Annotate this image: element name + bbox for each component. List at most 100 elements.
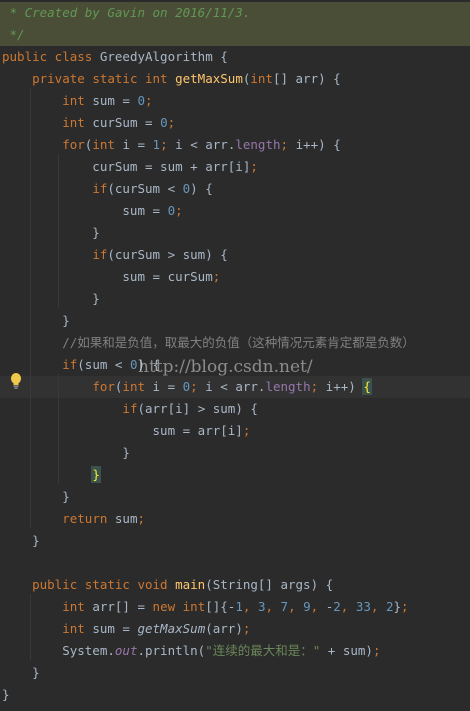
code-token: public static void bbox=[32, 577, 176, 592]
code-line[interactable]: sum = 0; bbox=[0, 200, 470, 222]
code-line[interactable]: curSum = sum + arr[i]; bbox=[0, 156, 470, 178]
code-line[interactable]: return sum; bbox=[0, 508, 470, 530]
code-line[interactable]: } bbox=[0, 486, 470, 508]
code-token: i = bbox=[152, 379, 183, 394]
code-token: i++) { bbox=[295, 137, 341, 152]
code-token: sum bbox=[114, 511, 138, 526]
code-line[interactable]: int sum = 0; bbox=[0, 90, 470, 112]
code-text: public static void main(String[] args) { bbox=[2, 574, 333, 596]
code-text: for(int i = 1; i < arr.length; i++) { bbox=[2, 134, 341, 156]
lightbulb-icon[interactable] bbox=[9, 372, 23, 390]
code-token: GreedyAlgorithm { bbox=[99, 49, 228, 64]
code-token: int bbox=[62, 621, 93, 636]
code-line[interactable]: } bbox=[0, 684, 470, 706]
code-text: } bbox=[2, 310, 70, 332]
code-token: , bbox=[310, 599, 326, 614]
code-line[interactable]: } bbox=[0, 464, 470, 486]
code-text: } bbox=[2, 464, 101, 486]
code-line[interactable]: } bbox=[0, 662, 470, 684]
code-token: } bbox=[2, 687, 10, 702]
code-text: return sum; bbox=[2, 508, 145, 530]
code-token: length bbox=[235, 137, 281, 152]
code-line[interactable]: //如果和是负值，取最大的负值（这种情况元素肯定都是负数） bbox=[0, 332, 470, 354]
code-line[interactable]: int arr[] = new int[]{-1, 3, 7, 9, -2, 3… bbox=[0, 596, 470, 618]
code-text: System.out.println("连续的最大和是：" + sum); bbox=[2, 640, 380, 662]
code-token: ; bbox=[175, 203, 183, 218]
indent-guide bbox=[58, 154, 59, 308]
code-token: curSum = bbox=[92, 115, 161, 130]
code-token: "连续的最大和是：" bbox=[205, 643, 321, 658]
code-token: ; bbox=[280, 137, 296, 152]
code-token: ; bbox=[160, 137, 176, 152]
code-token: 1 bbox=[235, 599, 243, 614]
code-token: (curSum < bbox=[107, 181, 183, 196]
code-token: 0 bbox=[160, 115, 168, 130]
code-text: } bbox=[2, 662, 40, 684]
code-line[interactable]: } bbox=[0, 222, 470, 244]
code-token: ; bbox=[212, 269, 221, 284]
code-token: ; bbox=[242, 423, 251, 438]
code-token: ; bbox=[401, 599, 409, 614]
code-line[interactable]: } bbox=[0, 288, 470, 310]
code-token: (curSum > sum) { bbox=[107, 247, 228, 262]
code-line[interactable]: } bbox=[0, 530, 470, 552]
code-text: int sum = getMaxSum(arr); bbox=[2, 618, 250, 640]
code-line[interactable]: for(int i = 1; i < arr.length; i++) { bbox=[0, 134, 470, 156]
code-token: } bbox=[2, 291, 100, 306]
code-token: int bbox=[92, 137, 123, 152]
code-token: 2 bbox=[333, 599, 341, 614]
code-line[interactable]: sum = arr[i]; bbox=[0, 420, 470, 442]
code-text: if(curSum > sum) { bbox=[2, 244, 228, 266]
code-line[interactable]: */ bbox=[0, 24, 470, 46]
code-token: { bbox=[362, 378, 372, 395]
code-line[interactable]: if(curSum > sum) { bbox=[0, 244, 470, 266]
indent-guide bbox=[30, 594, 31, 660]
code-token: main bbox=[175, 577, 206, 592]
code-text: public class GreedyAlgorithm { bbox=[2, 46, 228, 68]
code-line[interactable]: sum = curSum; bbox=[0, 266, 470, 288]
code-line[interactable]: public class GreedyAlgorithm { bbox=[0, 46, 470, 68]
code-token: ; bbox=[137, 511, 146, 526]
code-token: ; bbox=[242, 621, 251, 636]
code-token: int bbox=[62, 93, 93, 108]
code-token: out bbox=[114, 643, 138, 658]
code-text: */ bbox=[2, 24, 25, 46]
code-line[interactable]: * Created by Gavin on 2016/11/3. bbox=[0, 2, 470, 24]
code-token: , bbox=[288, 599, 304, 614]
code-token: ; bbox=[167, 115, 176, 130]
code-text: int arr[] = new int[]{-1, 3, 7, 9, -2, 3… bbox=[2, 596, 409, 618]
code-line[interactable]: private static int getMaxSum(int[] arr) … bbox=[0, 68, 470, 90]
code-token: 2 bbox=[385, 599, 394, 614]
code-line[interactable]: if(arr[i] > sum) { bbox=[0, 398, 470, 420]
code-text: } bbox=[2, 288, 100, 310]
code-token: sum = bbox=[92, 93, 138, 108]
code-text: if(arr[i] > sum) { bbox=[2, 398, 258, 420]
code-token: 7 bbox=[280, 599, 289, 614]
code-line[interactable]: } bbox=[0, 310, 470, 332]
code-token: */ bbox=[2, 27, 25, 42]
code-line[interactable]: for(int i = 0; i < arr.length; i++) { bbox=[0, 376, 470, 398]
code-token: System. bbox=[2, 643, 115, 658]
code-token: length bbox=[265, 379, 311, 394]
code-token: sum = arr[i] bbox=[2, 423, 243, 438]
code-line[interactable]: int sum = getMaxSum(arr); bbox=[0, 618, 470, 640]
code-line[interactable] bbox=[0, 552, 470, 574]
code-line[interactable]: } bbox=[0, 442, 470, 464]
code-token: int bbox=[62, 599, 93, 614]
code-line[interactable]: if(curSum < 0) { bbox=[0, 178, 470, 200]
code-line[interactable]: public static void main(String[] args) { bbox=[0, 574, 470, 596]
code-line[interactable]: int curSum = 0; bbox=[0, 112, 470, 134]
code-line[interactable]: System.out.println("连续的最大和是：" + sum); bbox=[0, 640, 470, 662]
code-token: ; bbox=[372, 643, 381, 658]
code-editor[interactable]: } } System.out.println("连续的最大和是：" + sum)… bbox=[0, 0, 470, 711]
code-text: } bbox=[2, 530, 40, 552]
code-token: (arr[i] > sum) { bbox=[137, 401, 258, 416]
code-text: sum = arr[i]; bbox=[2, 420, 251, 442]
